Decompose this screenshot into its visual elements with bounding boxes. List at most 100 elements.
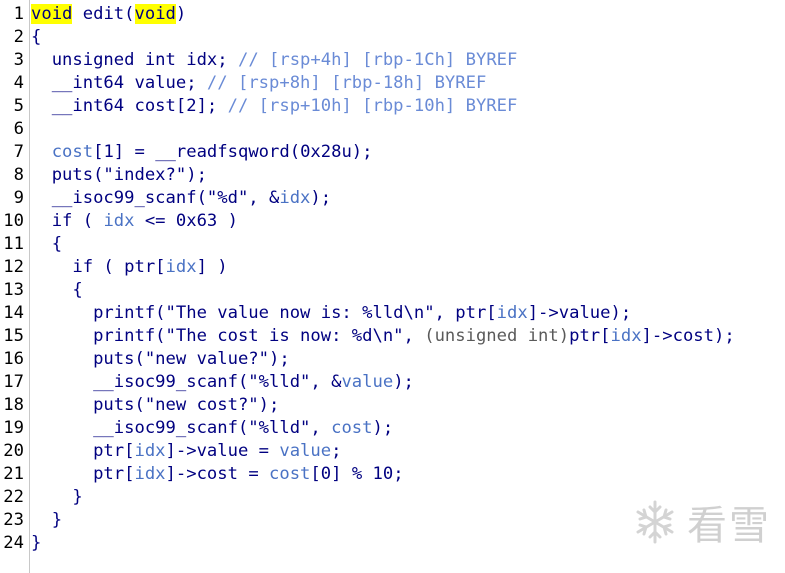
code-token[interactable]: ]->value); <box>528 303 631 323</box>
code-token[interactable] <box>31 142 52 162</box>
code-token[interactable]: ); <box>310 188 331 208</box>
code-text[interactable]: cost[1] = __readfsqword(0x28u); <box>31 141 373 164</box>
code-token[interactable]: idx <box>611 326 642 346</box>
code-text[interactable]: unsigned int idx; // [rsp+4h] [rbp-1Ch] … <box>31 49 518 72</box>
code-text[interactable]: ptr[idx]->cost = cost[0] % 10; <box>31 463 403 486</box>
code-token[interactable]: idx <box>103 211 134 231</box>
code-line[interactable]: 2{ <box>0 26 785 49</box>
code-token[interactable]: unsigned int idx; <box>31 50 238 70</box>
code-line[interactable]: 13 { <box>0 279 785 302</box>
code-line[interactable]: 10 if ( idx <= 0x63 ) <box>0 210 785 233</box>
code-token[interactable]: puts("index?"); <box>31 165 207 185</box>
code-text[interactable]: __isoc99_scanf("%lld", &value); <box>31 371 414 394</box>
code-text[interactable]: puts("new value?"); <box>31 348 290 371</box>
code-token[interactable]: ]->cost); <box>642 326 735 346</box>
code-line[interactable]: 17 __isoc99_scanf("%lld", &value); <box>0 371 785 394</box>
code-line[interactable]: 5 __int64 cost[2]; // [rsp+10h] [rbp-10h… <box>0 95 785 118</box>
code-line[interactable]: 14 printf("The value now is: %lld\n", pt… <box>0 302 785 325</box>
code-text[interactable]: void edit(void) <box>31 3 186 26</box>
code-token[interactable]: ; <box>331 441 341 461</box>
highlighted-keyword[interactable]: void <box>134 4 176 24</box>
code-text[interactable]: __isoc99_scanf("%lld", cost); <box>31 417 393 440</box>
code-comment[interactable]: // [rsp+4h] [rbp-1Ch] BYREF <box>238 50 517 70</box>
code-token[interactable]: { <box>31 234 62 254</box>
code-line[interactable]: 19 __isoc99_scanf("%lld", cost); <box>0 417 785 440</box>
code-token[interactable]: edit( <box>72 4 135 24</box>
code-line[interactable]: 7 cost[1] = __readfsqword(0x28u); <box>0 141 785 164</box>
code-text[interactable]: { <box>31 279 82 302</box>
code-comment[interactable]: // [rsp+10h] [rbp-10h] BYREF <box>228 96 518 116</box>
code-text[interactable]: __int64 cost[2]; // [rsp+10h] [rbp-10h] … <box>31 95 518 118</box>
code-text[interactable]: printf("The cost is now: %d\n", (unsigne… <box>31 325 735 348</box>
code-token[interactable]: [0] % 10; <box>310 464 403 484</box>
code-token[interactable]: if ( ptr[ <box>31 257 165 277</box>
code-token[interactable]: cost <box>269 464 310 484</box>
code-token[interactable]: __isoc99_scanf("%d", & <box>31 188 280 208</box>
code-token[interactable]: ); <box>373 418 394 438</box>
code-token[interactable]: cost <box>52 142 93 162</box>
code-token[interactable]: __int64 cost[2]; <box>31 96 228 116</box>
code-text[interactable]: { <box>31 233 62 256</box>
code-line[interactable]: 21 ptr[idx]->cost = cost[0] % 10; <box>0 463 785 486</box>
code-token[interactable]: printf("The cost is now: %d\n", <box>31 326 424 346</box>
code-token[interactable]: } <box>31 510 62 530</box>
code-line[interactable]: 6 <box>0 118 785 141</box>
code-text[interactable]: } <box>31 532 41 555</box>
code-token[interactable]: value <box>341 372 393 392</box>
code-token[interactable]: puts("new value?"); <box>31 349 290 369</box>
code-token[interactable]: ); <box>393 372 414 392</box>
code-line[interactable]: 9 __isoc99_scanf("%d", &idx); <box>0 187 785 210</box>
code-token[interactable]: value <box>279 441 331 461</box>
code-text[interactable]: puts("new cost?"); <box>31 394 279 417</box>
code-token[interactable]: cost <box>331 418 372 438</box>
code-token[interactable]: idx <box>134 464 165 484</box>
code-token[interactable]: idx <box>279 188 310 208</box>
code-token[interactable]: puts("new cost?"); <box>31 395 279 415</box>
code-text[interactable]: __int64 value; // [rsp+8h] [rbp-18h] BYR… <box>31 72 487 95</box>
code-line[interactable]: 3 unsigned int idx; // [rsp+4h] [rbp-1Ch… <box>0 49 785 72</box>
code-token[interactable]: { <box>31 27 41 47</box>
code-line[interactable]: 16 puts("new value?"); <box>0 348 785 371</box>
code-token[interactable]: __isoc99_scanf("%lld", & <box>31 372 341 392</box>
code-token[interactable]: ] ) <box>197 257 228 277</box>
code-token[interactable]: } <box>31 487 82 507</box>
code-line[interactable]: 11 { <box>0 233 785 256</box>
code-token[interactable]: [1] = __readfsqword(0x28u); <box>93 142 372 162</box>
code-text[interactable]: } <box>31 486 82 509</box>
code-token[interactable]: if ( <box>31 211 103 231</box>
code-line[interactable]: 8 puts("index?"); <box>0 164 785 187</box>
code-token[interactable]: idx <box>166 257 197 277</box>
code-token[interactable]: (unsigned int) <box>424 326 569 346</box>
code-token[interactable]: } <box>31 533 41 553</box>
code-token[interactable]: idx <box>497 303 528 323</box>
code-line[interactable]: 4 __int64 value; // [rsp+8h] [rbp-18h] B… <box>0 72 785 95</box>
code-token[interactable]: { <box>31 280 82 300</box>
highlighted-keyword[interactable]: void <box>31 4 73 24</box>
code-token[interactable]: ptr[ <box>31 441 134 461</box>
code-token[interactable]: ]->value = <box>166 441 280 461</box>
code-line[interactable]: 18 puts("new cost?"); <box>0 394 785 417</box>
code-token[interactable]: ptr[ <box>569 326 610 346</box>
code-token[interactable]: idx <box>134 441 165 461</box>
code-token[interactable]: ]->cost = <box>166 464 269 484</box>
code-text[interactable]: __isoc99_scanf("%d", &idx); <box>31 187 331 210</box>
code-token[interactable]: ptr[ <box>31 464 134 484</box>
code-comment[interactable]: // [rsp+8h] [rbp-18h] BYREF <box>207 73 486 93</box>
code-line[interactable]: 20 ptr[idx]->value = value; <box>0 440 785 463</box>
pseudocode-view[interactable]: 1 void edit(void) 2{3 unsigned int idx; //… <box>0 3 785 555</box>
code-text[interactable]: printf("The value now is: %lld\n", ptr[i… <box>31 302 631 325</box>
code-token[interactable]: <= 0x63 ) <box>134 211 238 231</box>
code-line[interactable]: 1 void edit(void) <box>0 3 785 26</box>
code-line[interactable]: 12 if ( ptr[idx] ) <box>0 256 785 279</box>
code-text[interactable]: ptr[idx]->value = value; <box>31 440 341 463</box>
code-text[interactable]: puts("index?"); <box>31 164 207 187</box>
code-line[interactable]: 15 printf("The cost is now: %d\n", (unsi… <box>0 325 785 348</box>
code-token[interactable]: __isoc99_scanf("%lld", <box>31 418 331 438</box>
code-token[interactable]: ) <box>176 4 186 24</box>
code-token[interactable]: __int64 value; <box>31 73 207 93</box>
code-text[interactable]: if ( idx <= 0x63 ) <box>31 210 238 233</box>
code-text[interactable]: { <box>31 26 41 49</box>
code-token[interactable]: printf("The value now is: %lld\n", ptr[ <box>31 303 497 323</box>
code-text[interactable]: } <box>31 509 62 532</box>
code-text[interactable]: if ( ptr[idx] ) <box>31 256 228 279</box>
